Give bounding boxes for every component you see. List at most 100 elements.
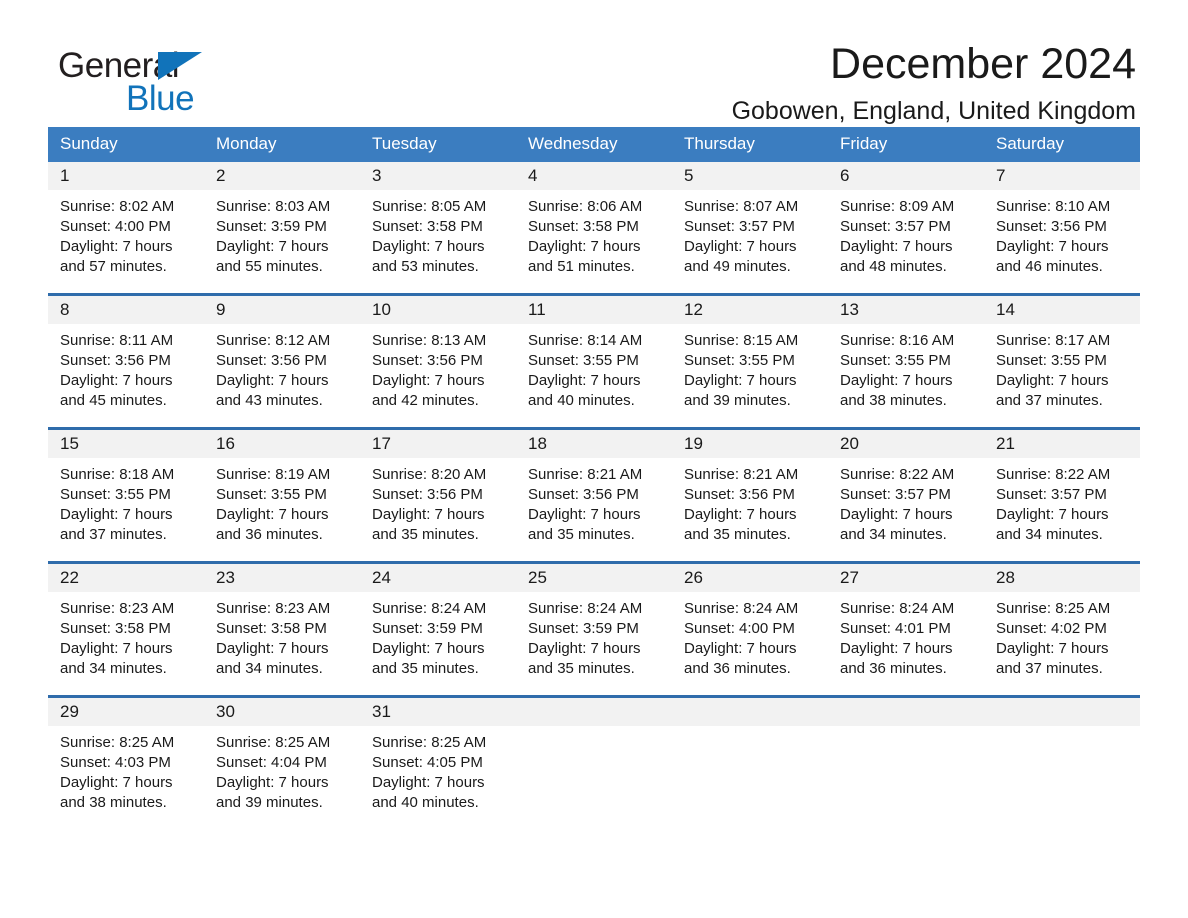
day-cell[interactable]: 28 Sunrise: 8:25 AM Sunset: 4:02 PM Dayl… <box>984 561 1140 697</box>
day-details: Sunrise: 8:03 AM Sunset: 3:59 PM Dayligh… <box>204 190 360 277</box>
day-cell[interactable]: 3 Sunrise: 8:05 AM Sunset: 3:58 PM Dayli… <box>360 162 516 295</box>
sunset-text: Sunset: 4:05 PM <box>372 754 483 771</box>
day-cell[interactable]: 7 Sunrise: 8:10 AM Sunset: 3:56 PM Dayli… <box>984 162 1140 295</box>
day-cell[interactable]: 20 Sunrise: 8:22 AM Sunset: 3:57 PM Dayl… <box>828 427 984 563</box>
day-cell[interactable]: 29 Sunrise: 8:25 AM Sunset: 4:03 PM Dayl… <box>48 695 204 829</box>
day-cell[interactable]: 5 Sunrise: 8:07 AM Sunset: 3:57 PM Dayli… <box>672 162 828 295</box>
day-number: 10 <box>360 296 516 324</box>
day-cell[interactable]: 12 Sunrise: 8:15 AM Sunset: 3:55 PM Dayl… <box>672 293 828 429</box>
day-cell[interactable]: 9 Sunrise: 8:12 AM Sunset: 3:56 PM Dayli… <box>204 293 360 429</box>
day-cell[interactable]: 10 Sunrise: 8:13 AM Sunset: 3:56 PM Dayl… <box>360 293 516 429</box>
day-details: Sunrise: 8:13 AM Sunset: 3:56 PM Dayligh… <box>360 324 516 411</box>
day-number: 5 <box>672 162 828 190</box>
sunset-text: Sunset: 3:56 PM <box>372 486 483 503</box>
sunset-text: Sunset: 3:55 PM <box>216 486 327 503</box>
day-cell[interactable]: 15 Sunrise: 8:18 AM Sunset: 3:55 PM Dayl… <box>48 427 204 563</box>
day-details: Sunrise: 8:25 AM Sunset: 4:04 PM Dayligh… <box>204 726 360 813</box>
calendar-header-row: Sunday Monday Tuesday Wednesday Thursday… <box>48 127 1140 162</box>
sunset-text: Sunset: 3:56 PM <box>684 486 795 503</box>
sunrise-text: Sunrise: 8:18 AM <box>60 466 175 483</box>
daylight-text-line1: Daylight: 7 hours <box>684 238 797 255</box>
day-number: 28 <box>984 564 1140 592</box>
day-number: 13 <box>828 296 984 324</box>
sunrise-text: Sunrise: 8:24 AM <box>372 600 487 617</box>
daylight-text-line2: and 35 minutes. <box>684 526 791 543</box>
day-number: 15 <box>48 430 204 458</box>
day-cell[interactable]: 8 Sunrise: 8:11 AM Sunset: 3:56 PM Dayli… <box>48 293 204 429</box>
day-cell[interactable]: 11 Sunrise: 8:14 AM Sunset: 3:55 PM Dayl… <box>516 293 672 429</box>
day-details: Sunrise: 8:23 AM Sunset: 3:58 PM Dayligh… <box>204 592 360 679</box>
day-cell[interactable]: 13 Sunrise: 8:16 AM Sunset: 3:55 PM Dayl… <box>828 293 984 429</box>
day-details: Sunrise: 8:23 AM Sunset: 3:58 PM Dayligh… <box>48 592 204 679</box>
day-number: 16 <box>204 430 360 458</box>
day-details: Sunrise: 8:09 AM Sunset: 3:57 PM Dayligh… <box>828 190 984 277</box>
day-cell[interactable]: 22 Sunrise: 8:23 AM Sunset: 3:58 PM Dayl… <box>48 561 204 697</box>
day-cell[interactable]: 1 Sunrise: 8:02 AM Sunset: 4:00 PM Dayli… <box>48 162 204 295</box>
sunset-text: Sunset: 3:55 PM <box>840 352 951 369</box>
day-details: Sunrise: 8:05 AM Sunset: 3:58 PM Dayligh… <box>360 190 516 277</box>
daylight-text-line1: Daylight: 7 hours <box>528 372 641 389</box>
sunrise-text: Sunrise: 8:07 AM <box>684 198 799 215</box>
daylight-text-line1: Daylight: 7 hours <box>372 506 485 523</box>
daylight-text-line1: Daylight: 7 hours <box>60 506 173 523</box>
day-number: 17 <box>360 430 516 458</box>
sunset-text: Sunset: 4:03 PM <box>60 754 171 771</box>
day-cell[interactable]: 25 Sunrise: 8:24 AM Sunset: 3:59 PM Dayl… <box>516 561 672 697</box>
day-details: Sunrise: 8:06 AM Sunset: 3:58 PM Dayligh… <box>516 190 672 277</box>
day-cell[interactable]: 31 Sunrise: 8:25 AM Sunset: 4:05 PM Dayl… <box>360 695 516 829</box>
day-cell[interactable]: 6 Sunrise: 8:09 AM Sunset: 3:57 PM Dayli… <box>828 162 984 295</box>
calendar-week-row: 8 Sunrise: 8:11 AM Sunset: 3:56 PM Dayli… <box>48 293 1140 429</box>
sunrise-text: Sunrise: 8:22 AM <box>996 466 1111 483</box>
sunrise-text: Sunrise: 8:15 AM <box>684 332 799 349</box>
day-cell[interactable]: 17 Sunrise: 8:20 AM Sunset: 3:56 PM Dayl… <box>360 427 516 563</box>
sunset-text: Sunset: 3:58 PM <box>528 218 639 235</box>
day-cell[interactable]: 26 Sunrise: 8:24 AM Sunset: 4:00 PM Dayl… <box>672 561 828 697</box>
daylight-text-line2: and 34 minutes. <box>60 660 167 677</box>
daylight-text-line2: and 57 minutes. <box>60 258 167 275</box>
day-cell[interactable]: 24 Sunrise: 8:24 AM Sunset: 3:59 PM Dayl… <box>360 561 516 697</box>
general-blue-logo[interactable]: General Blue <box>58 48 278 118</box>
day-number: 9 <box>204 296 360 324</box>
day-number: 3 <box>360 162 516 190</box>
day-cell[interactable]: 2 Sunrise: 8:03 AM Sunset: 3:59 PM Dayli… <box>204 162 360 295</box>
calendar-week-row: 15 Sunrise: 8:18 AM Sunset: 3:55 PM Dayl… <box>48 427 1140 563</box>
sunrise-text: Sunrise: 8:16 AM <box>840 332 955 349</box>
sunrise-text: Sunrise: 8:25 AM <box>372 734 487 751</box>
day-cell[interactable]: 21 Sunrise: 8:22 AM Sunset: 3:57 PM Dayl… <box>984 427 1140 563</box>
sunrise-text: Sunrise: 8:22 AM <box>840 466 955 483</box>
day-cell[interactable]: 23 Sunrise: 8:23 AM Sunset: 3:58 PM Dayl… <box>204 561 360 697</box>
day-cell[interactable]: 18 Sunrise: 8:21 AM Sunset: 3:56 PM Dayl… <box>516 427 672 563</box>
day-cell[interactable]: 14 Sunrise: 8:17 AM Sunset: 3:55 PM Dayl… <box>984 293 1140 429</box>
sunset-text: Sunset: 3:57 PM <box>840 218 951 235</box>
day-details: Sunrise: 8:25 AM Sunset: 4:02 PM Dayligh… <box>984 592 1140 679</box>
day-cell[interactable]: 4 Sunrise: 8:06 AM Sunset: 3:58 PM Dayli… <box>516 162 672 295</box>
sunrise-text: Sunrise: 8:09 AM <box>840 198 955 215</box>
sunset-text: Sunset: 3:58 PM <box>60 620 171 637</box>
sunrise-text: Sunrise: 8:24 AM <box>684 600 799 617</box>
day-cell[interactable]: 16 Sunrise: 8:19 AM Sunset: 3:55 PM Dayl… <box>204 427 360 563</box>
daylight-text-line1: Daylight: 7 hours <box>840 372 953 389</box>
daylight-text-line2: and 37 minutes. <box>996 392 1103 409</box>
daylight-text-line1: Daylight: 7 hours <box>996 640 1109 657</box>
day-details: Sunrise: 8:07 AM Sunset: 3:57 PM Dayligh… <box>672 190 828 277</box>
day-cell[interactable]: 30 Sunrise: 8:25 AM Sunset: 4:04 PM Dayl… <box>204 695 360 829</box>
day-details: Sunrise: 8:10 AM Sunset: 3:56 PM Dayligh… <box>984 190 1140 277</box>
daylight-text-line1: Daylight: 7 hours <box>60 372 173 389</box>
day-details: Sunrise: 8:21 AM Sunset: 3:56 PM Dayligh… <box>672 458 828 545</box>
day-details: Sunrise: 8:21 AM Sunset: 3:56 PM Dayligh… <box>516 458 672 545</box>
daylight-text-line2: and 40 minutes. <box>528 392 635 409</box>
day-cell[interactable]: 27 Sunrise: 8:24 AM Sunset: 4:01 PM Dayl… <box>828 561 984 697</box>
daylight-text-line2: and 36 minutes. <box>216 526 323 543</box>
day-cell[interactable]: 19 Sunrise: 8:21 AM Sunset: 3:56 PM Dayl… <box>672 427 828 563</box>
daylight-text-line2: and 51 minutes. <box>528 258 635 275</box>
daylight-text-line1: Daylight: 7 hours <box>372 774 485 791</box>
sunrise-text: Sunrise: 8:24 AM <box>840 600 955 617</box>
sunrise-text: Sunrise: 8:06 AM <box>528 198 643 215</box>
day-details: Sunrise: 8:25 AM Sunset: 4:05 PM Dayligh… <box>360 726 516 813</box>
sunset-text: Sunset: 4:01 PM <box>840 620 951 637</box>
daylight-text-line1: Daylight: 7 hours <box>216 506 329 523</box>
day-details: Sunrise: 8:22 AM Sunset: 3:57 PM Dayligh… <box>828 458 984 545</box>
day-details: Sunrise: 8:17 AM Sunset: 3:55 PM Dayligh… <box>984 324 1140 411</box>
sunset-text: Sunset: 3:58 PM <box>216 620 327 637</box>
weekday-header-friday: Friday <box>828 127 984 162</box>
